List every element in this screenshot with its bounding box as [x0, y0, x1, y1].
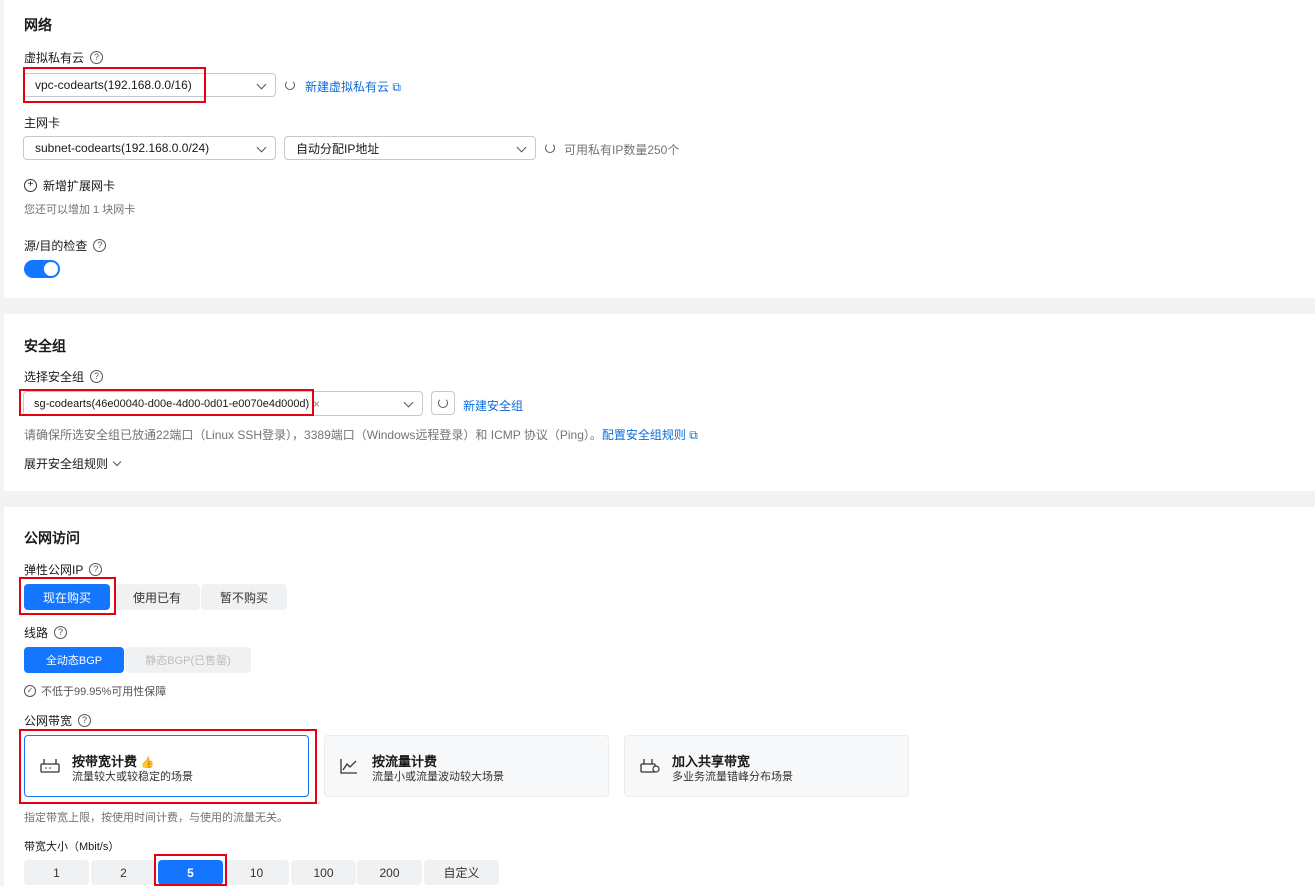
bandwidth-card-shared[interactable]: 加入共享带宽 多业务流量错峰分布场景: [624, 735, 909, 797]
config-rules-link[interactable]: 配置安全组规则 ⧉: [602, 428, 698, 442]
src-dst-check-label: 源/目的检查 ?: [24, 237, 107, 254]
bandwidth-size-option-selected[interactable]: 5: [158, 860, 223, 885]
router-icon: [40, 759, 60, 773]
chevron-down-icon: [112, 457, 122, 466]
bandwidth-size-label: 带宽大小（Mbit/s）: [24, 841, 120, 853]
chevron-down-icon: [256, 142, 267, 153]
subnet-select[interactable]: subnet-codearts(192.168.0.0/24): [23, 136, 276, 160]
security-title: 安全组: [24, 338, 66, 354]
remove-tag-icon[interactable]: ×: [313, 397, 320, 411]
security-group-value: sg-codearts(46e00040-d00e-4d00-0d01-e007…: [34, 397, 309, 410]
add-nic-hint: 您还可以增加 1 块网卡: [24, 204, 136, 216]
line-note-text: 不低于99.95%可用性保障: [41, 686, 167, 698]
external-link-icon: ⧉: [689, 428, 698, 442]
refresh-icon[interactable]: [545, 143, 555, 153]
chevron-down-icon: [516, 142, 527, 153]
help-icon[interactable]: ?: [93, 239, 107, 252]
src-dst-check-toggle[interactable]: [24, 260, 60, 278]
subnet-select-value: subnet-codearts(192.168.0.0/24): [35, 141, 210, 155]
bandwidth-card-by-bandwidth[interactable]: 按带宽计费 👍 流量较大或较稳定的场景: [24, 735, 309, 797]
help-icon[interactable]: ?: [90, 51, 104, 64]
chevron-down-icon: [403, 397, 414, 408]
network-title: 网络: [24, 17, 52, 33]
vpc-select-value: vpc-codearts(192.168.0.0/16): [35, 78, 192, 92]
bandwidth-note: 指定带宽上限，按使用时间计费，与使用的流量无关。: [24, 812, 288, 824]
line-option-dynamic-bgp[interactable]: 全动态BGP: [24, 647, 124, 673]
vpc-label: 虚拟私有云 ?: [24, 49, 104, 66]
line-label: 线路 ?: [24, 624, 68, 641]
bandwidth-size-option[interactable]: 200: [357, 860, 422, 885]
security-card: 安全组 选择安全组 ? sg-codearts(46e00040-d00e-4d…: [4, 314, 1315, 491]
check-circle-icon: ✓: [24, 685, 36, 697]
public-access-card: 公网访问 弹性公网IP ? 现在购买 使用已有 暂不购买 线路 ? 全动态BGP…: [4, 507, 1315, 886]
eip-label-text: 弹性公网IP: [24, 563, 84, 577]
security-group-select[interactable]: sg-codearts(46e00040-d00e-4d00-0d01-e007…: [23, 391, 423, 416]
ip-mode-select[interactable]: 自动分配IP地址: [284, 136, 536, 160]
refresh-button[interactable]: [431, 391, 455, 415]
expand-rules-text: 展开安全组规则: [24, 457, 109, 471]
toggle-knob: [44, 262, 58, 276]
new-vpc-link-text: 新建虚拟私有云: [305, 80, 390, 94]
refresh-icon: [438, 398, 448, 408]
bandwidth-label: 公网带宽 ?: [24, 712, 92, 729]
security-select-label-text: 选择安全组: [24, 370, 85, 384]
new-vpc-link[interactable]: 新建虚拟私有云 ⧉: [305, 78, 401, 95]
help-icon[interactable]: ?: [89, 563, 103, 576]
security-hint-text: 请确保所选安全组已放通22端口（Linux SSH登录），3389端口（Wind…: [24, 428, 602, 442]
bandwidth-card-subtitle: 多业务流量错峰分布场景: [672, 771, 793, 783]
bandwidth-size-option[interactable]: 1: [24, 860, 89, 885]
add-nic-text: 新增扩展网卡: [43, 179, 116, 193]
src-dst-check-text: 源/目的检查: [24, 239, 88, 253]
line-chart-icon: [340, 759, 357, 774]
bandwidth-size-option[interactable]: 100: [291, 860, 356, 885]
security-select-label: 选择安全组 ?: [24, 368, 104, 385]
chevron-down-icon: [256, 79, 267, 90]
line-option-static-bgp: 静态BGP(已售罄): [125, 647, 251, 673]
line-label-text: 线路: [24, 626, 49, 640]
bandwidth-card-subtitle: 流量小或流量波动较大场景: [372, 771, 504, 783]
expand-rules-toggle[interactable]: 展开安全组规则: [24, 455, 122, 472]
bandwidth-card-title-text: 按带宽计费: [72, 754, 138, 769]
help-icon[interactable]: ?: [54, 626, 68, 639]
add-nic-button[interactable]: + 新增扩展网卡: [24, 177, 115, 194]
bandwidth-card-subtitle: 流量较大或较稳定的场景: [72, 771, 193, 783]
eip-option-use-existing[interactable]: 使用已有: [114, 584, 200, 610]
refresh-icon[interactable]: [285, 80, 295, 90]
shared-router-icon: [640, 759, 660, 773]
vpc-select[interactable]: vpc-codearts(192.168.0.0/16): [23, 73, 276, 97]
security-hint: 请确保所选安全组已放通22端口（Linux SSH登录），3389端口（Wind…: [24, 426, 698, 443]
bandwidth-card-by-traffic[interactable]: 按流量计费 流量小或流量波动较大场景: [324, 735, 609, 797]
ip-available-text: 可用私有IP数量250个: [564, 143, 680, 157]
eip-option-buy-now[interactable]: 现在购买: [24, 584, 110, 610]
external-link-icon: ⧉: [392, 80, 401, 94]
config-rules-link-text: 配置安全组规则: [601, 428, 686, 442]
nic-label: 主网卡: [24, 116, 61, 130]
bandwidth-size-option-custom[interactable]: 自定义: [424, 860, 499, 885]
eip-label: 弹性公网IP ?: [24, 561, 103, 578]
network-card: 网络 虚拟私有云 ? vpc-codearts(192.168.0.0/16) …: [4, 0, 1315, 298]
line-note: ✓ 不低于99.95%可用性保障: [24, 683, 166, 699]
bandwidth-label-text: 公网带宽: [24, 714, 73, 728]
public-access-title: 公网访问: [24, 530, 80, 546]
eip-option-not-now[interactable]: 暂不购买: [201, 584, 287, 610]
help-icon[interactable]: ?: [90, 370, 104, 383]
help-icon[interactable]: ?: [78, 714, 92, 727]
vpc-label-text: 虚拟私有云: [24, 51, 85, 65]
new-security-group-link[interactable]: 新建安全组: [463, 397, 523, 414]
bandwidth-size-option[interactable]: 10: [224, 860, 289, 885]
plus-circle-icon: +: [24, 179, 37, 192]
ip-mode-select-value: 自动分配IP地址: [296, 141, 380, 156]
bandwidth-size-option[interactable]: 2: [91, 860, 156, 885]
